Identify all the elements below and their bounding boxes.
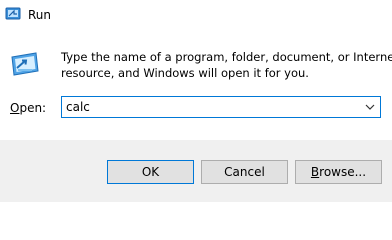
run-dialog: Run Type the name of a program, folder, … — [0, 0, 392, 202]
chevron-down-icon[interactable] — [360, 97, 380, 117]
cancel-button[interactable]: Cancel — [201, 160, 288, 184]
open-label-text: pen: — [19, 101, 47, 115]
title-bar[interactable]: Run — [0, 0, 392, 30]
browse-accelerator: B — [310, 165, 320, 179]
run-icon — [5, 6, 21, 22]
ok-button[interactable]: OK — [107, 160, 194, 184]
description-line-1: Type the name of a program, folder, docu… — [61, 50, 392, 64]
run-description: Type the name of a program, folder, docu… — [61, 49, 392, 81]
browse-button[interactable]: Browse... — [295, 160, 382, 184]
open-combobox[interactable] — [61, 96, 381, 118]
browse-button-label: rowse... — [319, 165, 367, 179]
ok-button-label: OK — [141, 165, 160, 179]
run-program-icon — [9, 48, 41, 80]
open-input[interactable] — [62, 97, 358, 117]
window-title: Run — [28, 8, 52, 22]
open-label: Open: — [10, 100, 46, 116]
cancel-button-label: Cancel — [224, 165, 265, 179]
description-line-2: resource, and Windows will open it for y… — [61, 66, 309, 80]
